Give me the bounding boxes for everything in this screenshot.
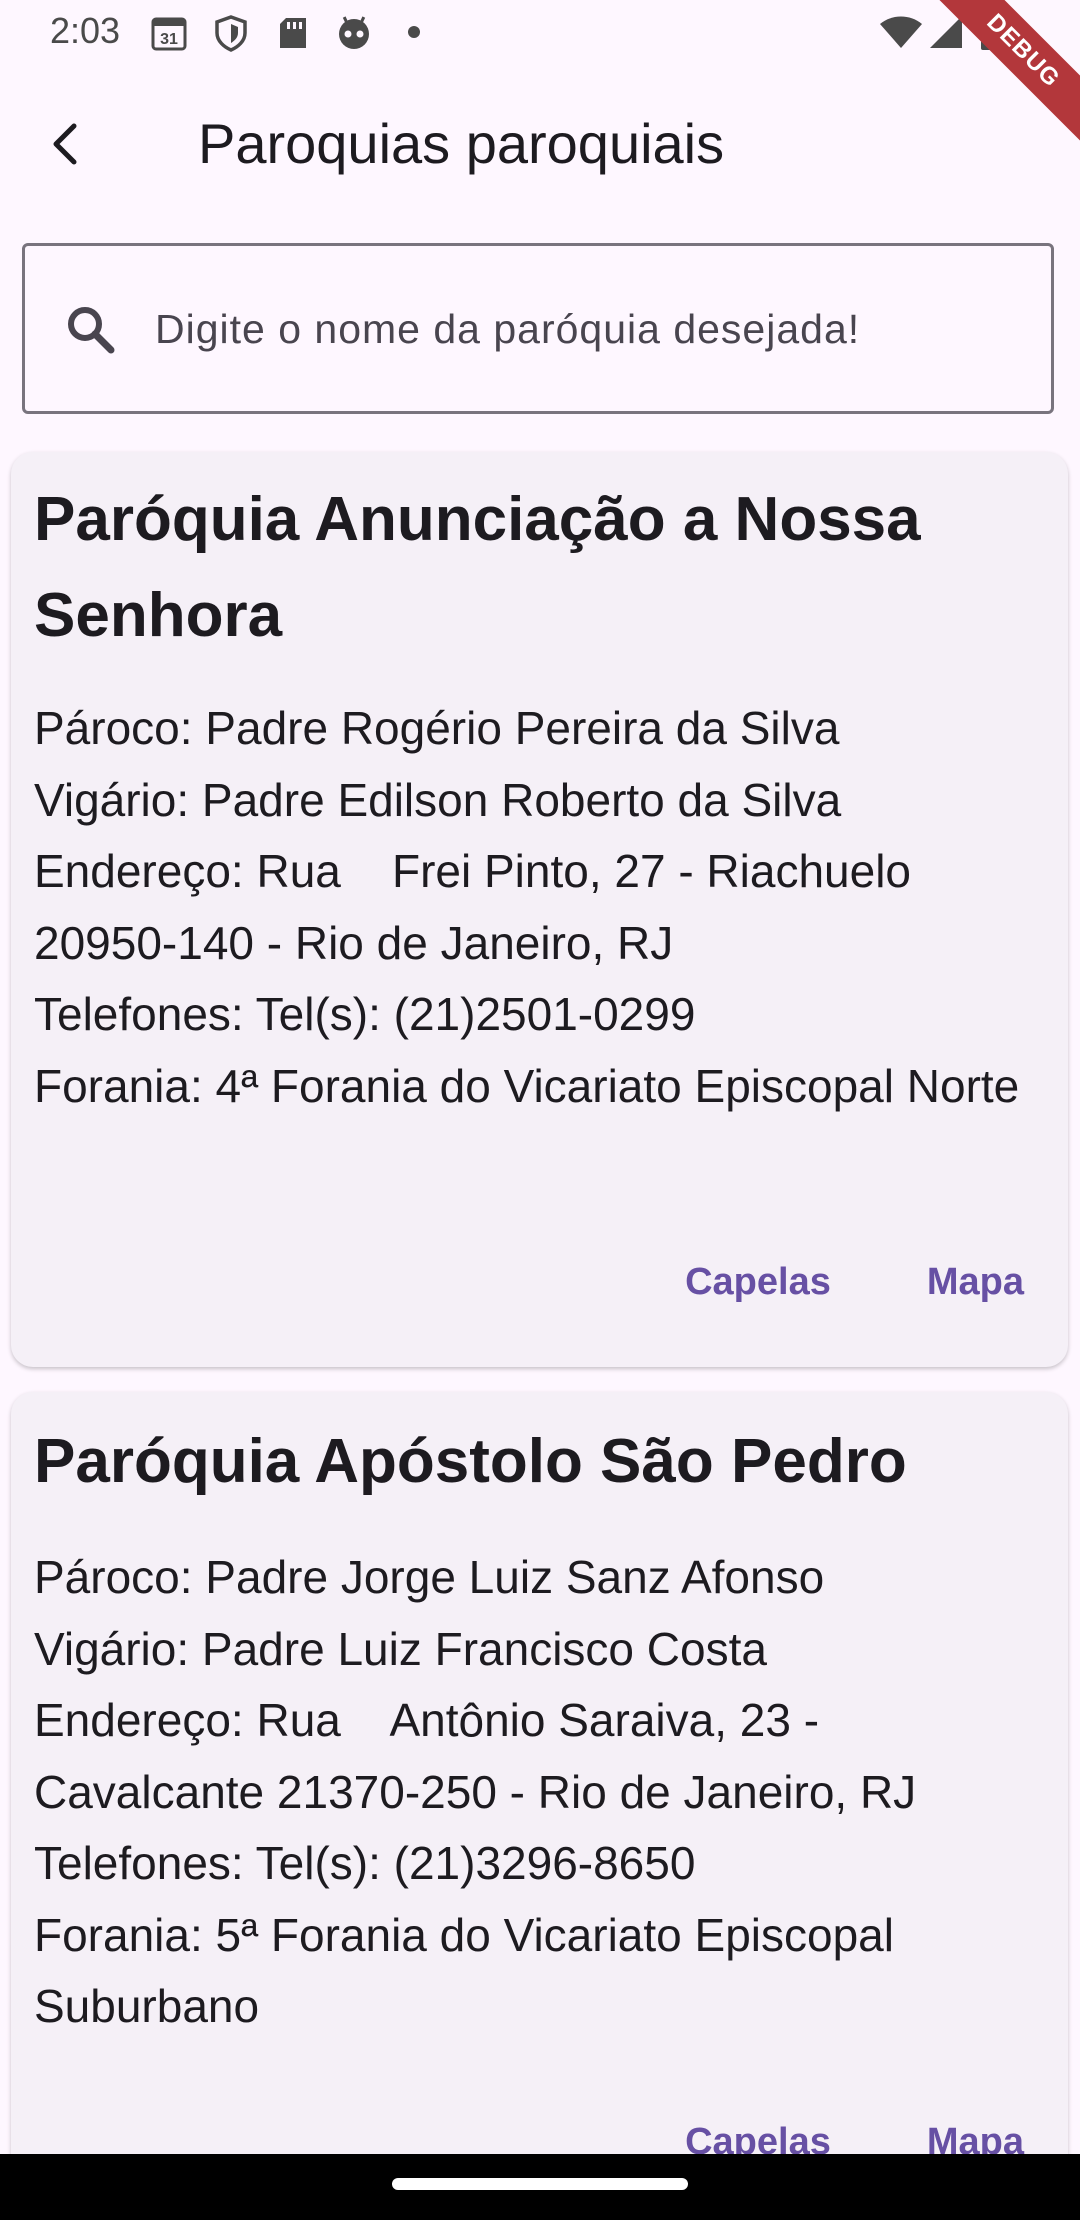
parish-forania: Forania: 4ª Forania do Vicariato Episcop… xyxy=(34,1059,1020,1112)
sd-card-icon xyxy=(274,14,312,52)
search-icon xyxy=(63,302,119,358)
parish-card: Paróquia Apóstolo São Pedro Pároco: Padr… xyxy=(11,1392,1068,2220)
shield-icon xyxy=(212,14,250,52)
parish-telefones: Telefones: Tel(s): (21)3296-8650 xyxy=(34,1837,696,1889)
back-button[interactable] xyxy=(28,106,104,182)
page-title: Paroquias paroquiais xyxy=(198,112,725,175)
card-actions: Capelas Mapa xyxy=(685,1247,1024,1317)
calendar-icon: 31 xyxy=(150,14,188,52)
parish-paroco: Pároco: Padre Jorge Luiz Sanz Afonso xyxy=(34,1551,825,1603)
app-bar: Paroquias paroquiais xyxy=(0,84,1080,204)
parish-endereco: Endereço: Rua Frei Pinto, 27 - Riachuelo… xyxy=(34,845,924,969)
parish-endereco: Endereço: Rua Antônio Saraiva, 23 - Cava… xyxy=(34,1694,917,1818)
parish-vigario: Vigário: Padre Luiz Francisco Costa xyxy=(34,1622,767,1675)
back-arrow-icon xyxy=(53,123,77,165)
home-gesture-handle[interactable] xyxy=(392,2178,688,2190)
calendar-day: 31 xyxy=(160,31,178,48)
status-bar: 2:03 31 DEBUG xyxy=(0,0,1080,149)
navigation-bar xyxy=(0,2154,1080,2220)
parish-name: Paróquia Apóstolo São Pedro xyxy=(34,1427,907,1496)
search-input[interactable] xyxy=(155,284,1025,374)
parish-telefones: Telefones: Tel(s): (21)2501-0299 xyxy=(34,988,696,1040)
search-box[interactable] xyxy=(22,243,1054,414)
parish-details: Pároco: Padre Rogério Pereira da Silva V… xyxy=(34,693,1044,1122)
parish-name: Paróquia Anunciação a Nossa Senhora xyxy=(34,485,921,650)
parish-card: Paróquia Anunciação a Nossa Senhora Páro… xyxy=(11,452,1068,1367)
parish-vigario: Vigário: Padre Edilson Roberto da Silva xyxy=(34,773,842,826)
notification-dot-icon xyxy=(400,14,438,52)
wifi-icon xyxy=(878,14,924,52)
parish-paroco: Pároco: Padre Rogério Pereira da Silva xyxy=(34,702,840,754)
parish-forania: Forania: 5ª Forania do Vicariato Episcop… xyxy=(34,1908,907,2033)
parish-details: Pároco: Padre Jorge Luiz Sanz Afonso Vig… xyxy=(34,1542,1044,2043)
android-face-icon xyxy=(335,14,373,52)
capelas-button[interactable]: Capelas xyxy=(685,1247,831,1317)
mapa-button[interactable]: Mapa xyxy=(927,1247,1024,1317)
screen: 2:03 31 DEBUG Paroquias paroquiais Digit… xyxy=(0,0,1080,2220)
status-time: 2:03 xyxy=(50,10,121,51)
